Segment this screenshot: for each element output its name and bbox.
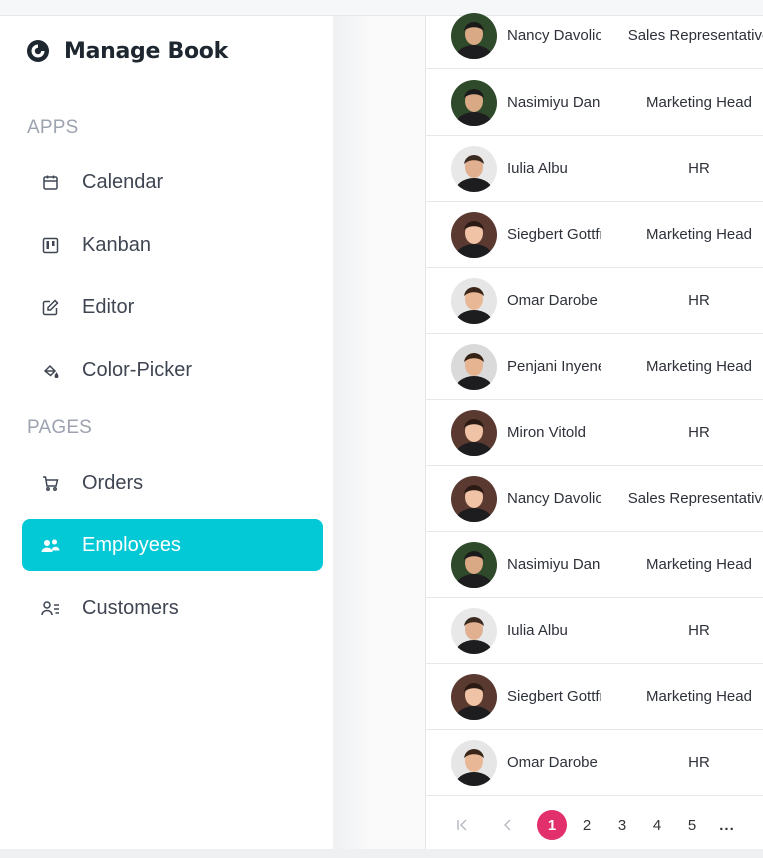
employee-designation: HR [688, 424, 710, 441]
employee-name: Nasimiyu Danai [507, 94, 601, 111]
avatar [451, 475, 497, 522]
prev-page-icon[interactable] [496, 811, 520, 839]
avatar [451, 607, 497, 654]
more-pages[interactable]: ... [713, 811, 741, 839]
page-3[interactable]: 3 [608, 811, 636, 839]
employee-designation: Sales Representative [627, 27, 763, 44]
employee-designation: Sales Representative [627, 490, 763, 507]
calendar-icon [40, 172, 60, 192]
sidebar-item-calendar[interactable]: Calendar [22, 156, 323, 208]
employee-designation: HR [688, 292, 710, 309]
logo-icon [27, 40, 49, 62]
employee-name: Siegbert Gottfried [507, 226, 601, 243]
employee-designation: Marketing Head [646, 226, 752, 243]
table-row[interactable]: Penjani Inyene Marketing Head [426, 334, 763, 400]
sidebar-item-customers[interactable]: Customers [22, 582, 323, 634]
employee-name: Miron Vitold [507, 424, 586, 441]
table-row[interactable]: Miron Vitold HR [426, 400, 763, 466]
employee-name: Nasimiyu Danai [507, 556, 601, 573]
table-row[interactable]: Nancy Davolio Sales Representative [426, 3, 763, 69]
first-page-icon[interactable] [450, 811, 474, 839]
employee-name: Penjani Inyene [507, 358, 601, 375]
employee-name: Iulia Albu [507, 160, 568, 177]
table-row[interactable]: Omar Darobe HR [426, 730, 763, 796]
avatar [451, 145, 497, 192]
page-5[interactable]: 5 [678, 811, 706, 839]
sidebar-item-label: Orders [82, 471, 144, 494]
color-picker-icon [40, 360, 60, 380]
table-row[interactable]: Siegbert Gottfried Marketing Head [426, 202, 763, 268]
avatar [451, 673, 497, 720]
page-4[interactable]: 4 [643, 811, 671, 839]
employees-grid: Nancy Davolio Sales Representative Nasimiy… [425, 12, 763, 849]
app-title: Manage Book [64, 38, 228, 64]
employee-designation: HR [688, 622, 710, 639]
employee-name: Iulia Albu [507, 622, 568, 639]
employee-designation: Marketing Head [646, 358, 752, 375]
avatar [451, 343, 497, 390]
sidebar-item-orders[interactable]: Orders [22, 457, 323, 509]
cart-icon [40, 473, 60, 493]
pager: 1 2 3 4 5 ... [426, 796, 763, 849]
table-row[interactable]: Nasimiyu Danai Marketing Head [426, 532, 763, 598]
kanban-icon [40, 235, 60, 255]
table-row[interactable]: Siegbert Gottfried Marketing Head [426, 664, 763, 730]
avatar [451, 211, 497, 258]
table-row[interactable]: Iulia Albu HR [426, 136, 763, 202]
sidebar-item-label: Employees [82, 533, 181, 556]
table-row[interactable]: Omar Darobe HR [426, 268, 763, 334]
employee-designation: Marketing Head [646, 94, 752, 111]
table-row[interactable]: Nancy Davolio Sales Representative [426, 466, 763, 532]
avatar [451, 739, 497, 786]
page-1[interactable]: 1 [537, 810, 567, 840]
sidebar-item-label: Editor [82, 295, 135, 318]
sidebar-item-label: Color-Picker [82, 358, 193, 381]
brand[interactable]: Manage Book [26, 36, 228, 66]
sidebar-item-label: Calendar [82, 170, 164, 193]
sidebar-item-editor[interactable]: Editor [22, 281, 323, 333]
section-title-apps: APPS [27, 117, 79, 138]
avatar [451, 541, 497, 588]
employee-designation: Marketing Head [646, 556, 752, 573]
bottom-bar [0, 849, 763, 858]
customers-icon [40, 598, 60, 618]
table-row[interactable]: Iulia Albu HR [426, 598, 763, 664]
avatar [451, 12, 497, 59]
sidebar-item-kanban[interactable]: Kanban [22, 219, 323, 271]
sidebar-item-label: Kanban [82, 233, 151, 256]
table-row[interactable]: Nasimiyu Danai Marketing Head [426, 70, 763, 136]
employee-name: Siegbert Gottfried [507, 688, 601, 705]
sidebar-item-label: Customers [82, 596, 179, 619]
content-background [333, 16, 425, 849]
avatar [451, 79, 497, 126]
avatar [451, 277, 497, 324]
section-title-pages: PAGES [27, 417, 93, 438]
employee-name: Omar Darobe [507, 754, 598, 771]
page-2[interactable]: 2 [573, 811, 601, 839]
employee-designation: HR [688, 754, 710, 771]
sidebar: Manage Book APPS Calendar Kanban Editor … [0, 16, 333, 849]
sidebar-item-color-picker[interactable]: Color-Picker [22, 344, 323, 396]
employee-name: Nancy Davolio [507, 490, 601, 507]
sidebar-item-employees[interactable]: Employees [22, 519, 323, 571]
employee-designation: HR [688, 160, 710, 177]
editor-icon [40, 297, 60, 317]
employee-name: Nancy Davolio [507, 27, 601, 44]
employee-name: Omar Darobe [507, 292, 598, 309]
avatar [451, 409, 497, 456]
employees-icon [40, 535, 60, 555]
employee-designation: Marketing Head [646, 688, 752, 705]
